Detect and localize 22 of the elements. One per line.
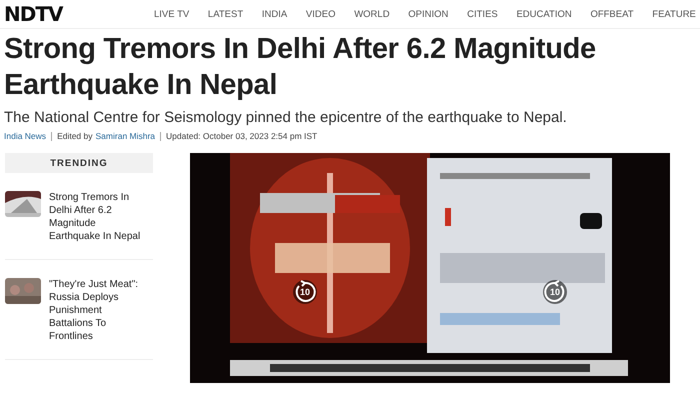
rewind-button[interactable]: 10 (293, 280, 317, 304)
nav-link[interactable]: EDUCATION (516, 8, 572, 20)
headline: Strong Tremors In Delhi After 6.2 Magnitude Earthquake In Nepal (4, 32, 597, 103)
trending-title: TRENDING (50, 158, 108, 168)
nav-link[interactable]: LIVE TV (154, 8, 190, 20)
trending-link[interactable]: "They're Just Meat": Russia Deploys Punishment Battalions To Frontlines (49, 278, 145, 343)
nav-link[interactable]: WORLD (354, 8, 390, 20)
nav-link[interactable]: FEATURE (652, 8, 696, 20)
nav-link[interactable]: LATEST (208, 8, 244, 20)
category-link[interactable]: India News (4, 131, 46, 141)
nav-link[interactable]: OFFBEAT (590, 8, 634, 20)
nav-link[interactable]: INDIA (262, 8, 288, 20)
edited-by-label: Edited by (57, 131, 93, 141)
nav-link[interactable]: CITIES (467, 8, 498, 20)
summary: The National Centre for Seismology pinned the epicentre of the earthquake to Nepal. (4, 109, 568, 126)
editor-link[interactable]: Samiran Mishra (96, 131, 156, 141)
logo[interactable]: NDTV (4, 2, 144, 26)
updated-time: Updated: October 03, 2023 2:54 pm IST (166, 131, 318, 141)
forward-button[interactable]: 10 (543, 280, 567, 304)
trending-link[interactable]: Strong Tremors In Delhi After 6.2 Magnitude Earthquake In Nepal (49, 191, 145, 243)
nav-link[interactable]: OPINION (408, 8, 448, 20)
nav-link[interactable]: VIDEO (306, 8, 336, 20)
